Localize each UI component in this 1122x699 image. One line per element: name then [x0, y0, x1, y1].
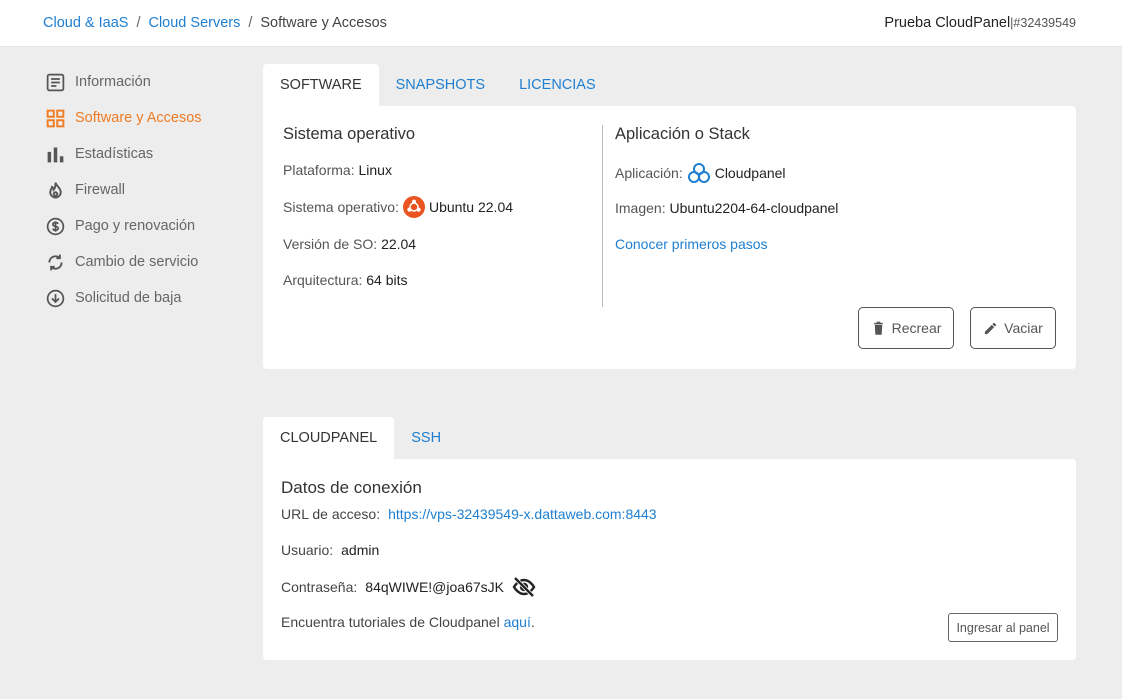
password-label: Contraseña: — [281, 579, 358, 595]
url-label: URL de acceso: — [281, 506, 381, 522]
user-label: Usuario: — [281, 542, 334, 558]
tab-licencias[interactable]: LICENCIAS — [502, 64, 613, 106]
tutorial-text: Encuentra tutoriales de Cloudpanel — [281, 614, 500, 630]
tab-ssh[interactable]: SSH — [394, 417, 458, 459]
recreate-label: Recrear — [891, 320, 942, 336]
tab-cloudpanel[interactable]: CLOUDPANEL — [263, 417, 395, 459]
bar-chart-icon — [44, 143, 66, 165]
trash-icon — [873, 321, 883, 335]
sidebar-item-label: Firewall — [75, 182, 125, 198]
architecture-label: Arquitectura: — [283, 272, 363, 288]
connection-title: Datos de conexión — [281, 478, 422, 497]
column-divider — [602, 125, 603, 307]
access-tabs: CLOUDPANEL SSH — [263, 417, 458, 459]
breadcrumb-separator: / — [136, 15, 141, 31]
platform-row: Plataforma: Linux — [283, 162, 392, 178]
image-value: Ubuntu2204-64-cloudpanel — [669, 200, 839, 216]
sidebar-item-software-accesos[interactable]: Software y Accesos — [44, 100, 244, 136]
sidebar-item-solicitud-baja[interactable]: Solicitud de baja — [44, 280, 244, 316]
sidebar-item-pago[interactable]: Pago y renovación — [44, 208, 244, 244]
sidebar-item-label: Información — [75, 74, 151, 90]
info-list-icon — [44, 71, 66, 93]
sidebar-item-label: Cambio de servicio — [75, 254, 199, 270]
sidebar-item-label: Estadísticas — [75, 146, 154, 162]
breadcrumb: Cloud & IaaS / Cloud Servers / Software … — [43, 15, 387, 31]
breadcrumb-current: Software y Accesos — [260, 15, 387, 31]
download-circle-icon — [44, 287, 66, 309]
os-version-value: 22.04 — [381, 236, 417, 252]
architecture-value: 64 bits — [366, 272, 408, 288]
sidebar-item-label: Software y Accesos — [75, 110, 202, 126]
os-version-row: Versión de SO: 22.04 — [283, 236, 416, 252]
sidebar-item-informacion[interactable]: Información — [44, 64, 244, 100]
breadcrumb-cloud-iaas[interactable]: Cloud & IaaS — [43, 15, 128, 31]
enter-panel-button[interactable]: Ingresar al panel — [948, 613, 1058, 642]
ubuntu-icon — [402, 196, 425, 218]
application-row: Aplicación: Cloudpanel — [615, 162, 786, 184]
user-value: admin — [341, 542, 380, 558]
application-value: Cloudpanel — [714, 165, 786, 181]
breadcrumb-separator: / — [248, 15, 253, 31]
os-label: Sistema operativo: — [283, 199, 399, 215]
hide-password-icon[interactable] — [512, 576, 536, 598]
platform-label: Plataforma: — [283, 162, 355, 178]
os-value: Ubuntu 22.04 — [428, 199, 514, 215]
platform-value: Linux — [358, 162, 392, 178]
tutorial-link[interactable]: aquí — [504, 614, 531, 630]
user-row: Usuario: admin — [281, 542, 379, 558]
connection-panel: Datos de conexión URL de acceso: https:/… — [263, 459, 1076, 660]
access-url-link[interactable]: https://vps-32439549-x.dattaweb.com:8443 — [388, 506, 657, 522]
flame-icon — [44, 179, 66, 201]
tab-snapshots[interactable]: SNAPSHOTS — [379, 64, 502, 106]
image-label: Imagen: — [615, 200, 666, 216]
tutorial-row: Encuentra tutoriales de Cloudpanel aquí. — [281, 614, 535, 630]
getting-started-row: Conocer primeros pasos — [615, 236, 768, 252]
sidebar-item-label: Solicitud de baja — [75, 290, 182, 306]
recreate-button[interactable]: Recrear — [858, 307, 954, 349]
refresh-icon — [44, 251, 66, 273]
sidebar: Información Software y Accesos Estadísti… — [44, 64, 244, 316]
top-bar: Cloud & IaaS / Cloud Servers / Software … — [0, 0, 1122, 47]
tutorial-end: . — [530, 614, 535, 630]
tab-software[interactable]: SOFTWARE — [263, 64, 379, 106]
architecture-row: Arquitectura: 64 bits — [283, 272, 408, 288]
software-panel: Sistema operativo Plataforma: Linux Sist… — [263, 106, 1076, 369]
application-label: Aplicación: — [615, 165, 683, 181]
image-row: Imagen: Ubuntu2204-64-cloudpanel — [615, 200, 838, 216]
app-title: Aplicación o Stack — [615, 125, 750, 143]
dollar-icon — [44, 215, 66, 237]
os-section: Sistema operativo Plataforma: Linux Sist… — [283, 124, 603, 288]
account-selector[interactable]: Prueba CloudPanel|#32439549 — [884, 15, 1076, 31]
os-title: Sistema operativo — [283, 125, 416, 143]
empty-label: Vaciar — [1004, 320, 1043, 336]
sidebar-item-firewall[interactable]: Firewall — [44, 172, 244, 208]
account-name: Prueba CloudPanel — [884, 15, 1011, 31]
breadcrumb-cloud-servers[interactable]: Cloud Servers — [148, 15, 240, 31]
grid-icon — [44, 107, 66, 129]
sidebar-item-estadisticas[interactable]: Estadísticas — [44, 136, 244, 172]
os-version-label: Versión de SO: — [283, 236, 378, 252]
cloudpanel-logo-icon — [687, 162, 711, 184]
url-row: URL de acceso: https://vps-32439549-x.da… — [281, 506, 657, 522]
getting-started-link[interactable]: Conocer primeros pasos — [615, 236, 768, 252]
os-row: Sistema operativo: Ubuntu 22.04 — [283, 196, 513, 218]
password-value: 84qWIWE!@joa67sJK — [365, 579, 504, 595]
sidebar-item-cambio-servicio[interactable]: Cambio de servicio — [44, 244, 244, 280]
empty-button[interactable]: Vaciar — [970, 307, 1056, 349]
account-id: |#32439549 — [1010, 16, 1076, 30]
sidebar-item-label: Pago y renovación — [75, 218, 196, 234]
app-section: Aplicación o Stack Aplicación: Cloudpane… — [615, 124, 1055, 252]
pencil-icon — [985, 322, 997, 334]
software-tabs: SOFTWARE SNAPSHOTS LICENCIAS — [263, 64, 613, 106]
password-row: Contraseña: 84qWIWE!@joa67sJK — [281, 576, 536, 598]
